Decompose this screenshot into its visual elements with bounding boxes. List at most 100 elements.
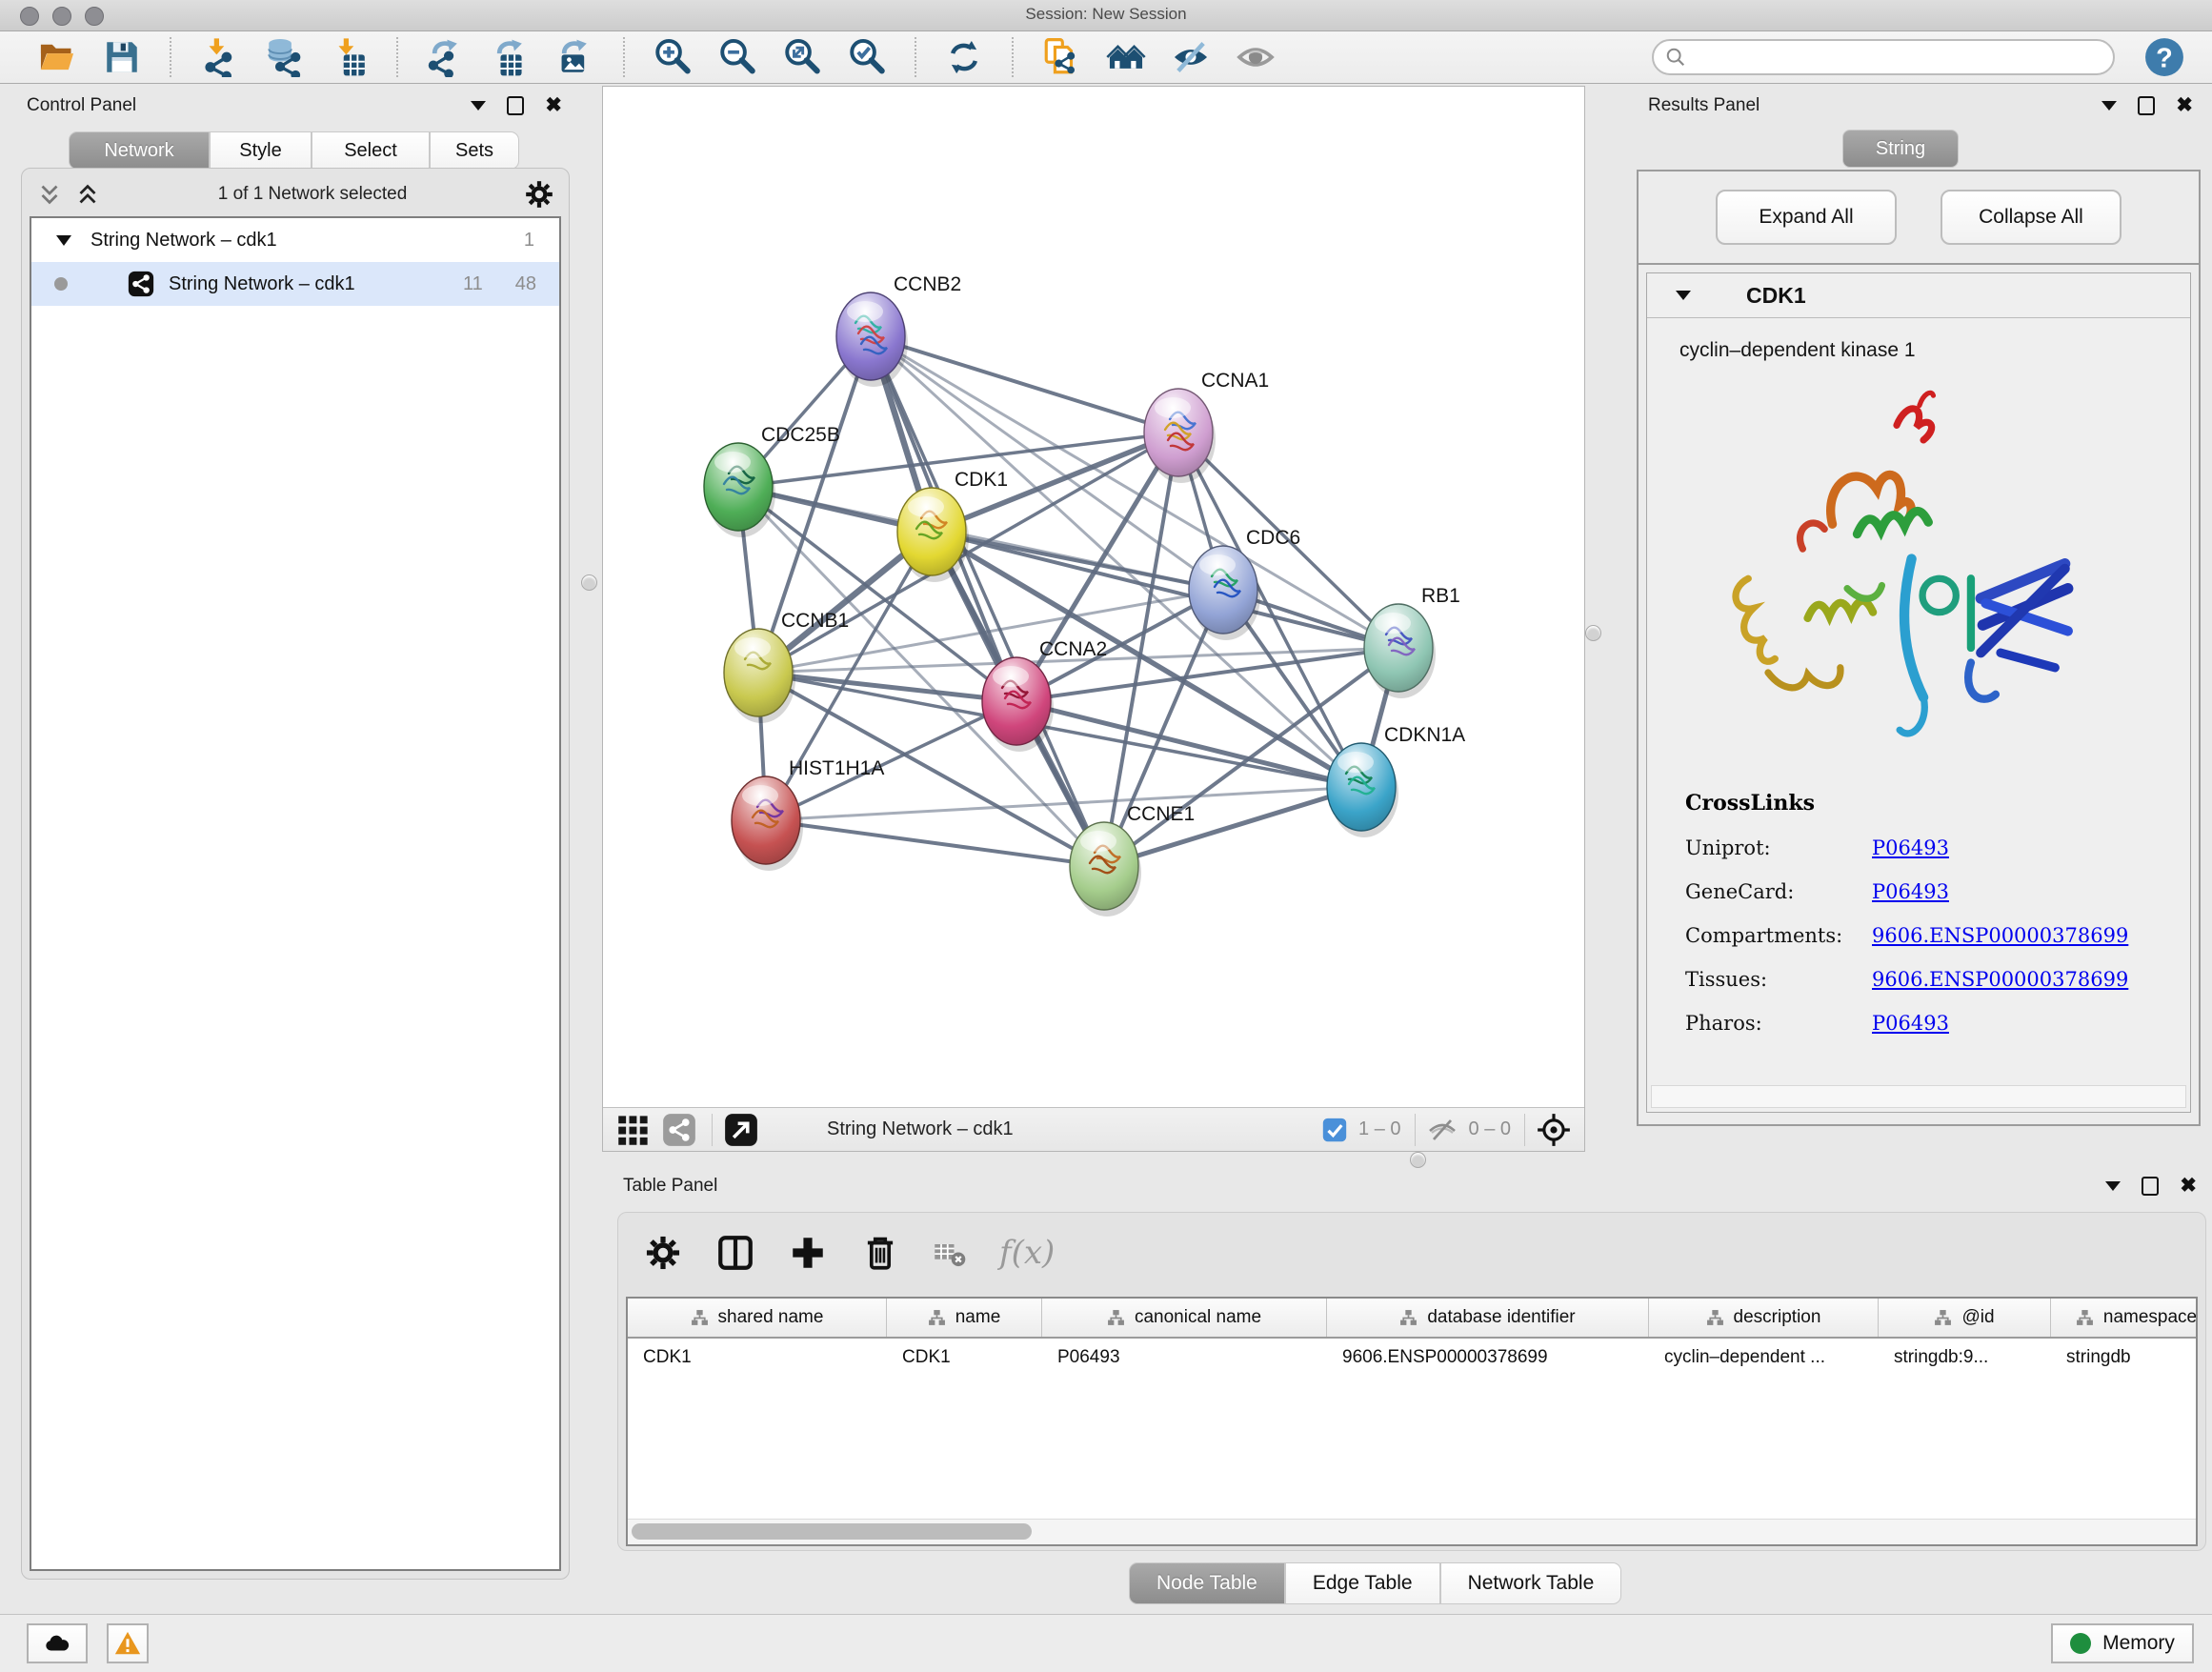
toolbar-separator [396, 37, 398, 77]
zoom-fit-button[interactable] [774, 35, 830, 79]
network-collection-row[interactable]: String Network – cdk1 1 [31, 218, 559, 262]
close-panel-icon[interactable]: ✖ [545, 98, 562, 113]
tab-edge-table[interactable]: Edge Table [1285, 1562, 1440, 1604]
hidden-eye-icon[interactable] [1427, 1115, 1458, 1145]
float-panel-icon[interactable] [2142, 1177, 2159, 1196]
show-columns-icon[interactable] [715, 1233, 755, 1273]
save-session-button[interactable] [94, 35, 150, 79]
bottom-splitter-handle[interactable] [1410, 1152, 1426, 1168]
selected-checkbox[interactable] [1322, 1118, 1347, 1142]
column-header-namespace[interactable]: namespace [2051, 1299, 2198, 1337]
clone-network-button[interactable] [1034, 35, 1089, 79]
column-header--id[interactable]: @id [1879, 1299, 2051, 1337]
table-row[interactable]: CDK1CDK1P064939606.ENSP00000378699cyclin… [628, 1339, 2196, 1379]
selected-counts: 1 – 0 [1358, 1118, 1400, 1140]
crosslink-row: Tissues:9606.ENSP00000378699 [1685, 968, 2190, 991]
first-neighbors-button[interactable] [1098, 35, 1154, 79]
tab-string[interactable]: String [1842, 130, 1959, 168]
toolbar-separator [1012, 37, 1014, 77]
tab-node-table[interactable]: Node Table [1129, 1562, 1285, 1604]
export-table-button[interactable] [483, 35, 538, 79]
node-cdkn1a[interactable]: CDKN1A [1327, 724, 1465, 837]
tab-select[interactable]: Select [312, 131, 430, 170]
gene-collapse-icon[interactable] [1676, 291, 1691, 300]
network-canvas[interactable]: CCNB2CCNA1CDC25BCDK1CDC6RB1CCNB1CCNA2CDK… [603, 87, 1584, 1107]
search-input[interactable] [1652, 39, 2115, 75]
column-header-database-identifier[interactable]: database identifier [1327, 1299, 1649, 1337]
hide-selected-button[interactable] [1163, 35, 1218, 79]
right-splitter-handle[interactable] [1585, 625, 1601, 641]
warnings-button[interactable] [107, 1623, 149, 1663]
memory-label: Memory [2102, 1632, 2175, 1655]
crosslink-link[interactable]: P06493 [1872, 1012, 1949, 1035]
panel-menu-icon[interactable] [2105, 1181, 2121, 1191]
crosslink-link[interactable]: P06493 [1872, 880, 1949, 903]
expand-all-button[interactable]: Expand All [1716, 190, 1897, 245]
close-panel-icon[interactable]: ✖ [2180, 1178, 2197, 1194]
tab-network-table[interactable]: Network Table [1440, 1562, 1622, 1604]
horizontal-scrollbar-track[interactable] [1651, 1085, 2186, 1108]
node-rb1[interactable]: RB1 [1364, 585, 1460, 698]
collection-expand-icon[interactable] [56, 235, 71, 246]
network-options-gear-icon[interactable] [523, 178, 555, 211]
table-hscrollbar-thumb[interactable] [632, 1523, 1032, 1540]
table-options-gear-icon[interactable] [643, 1233, 683, 1273]
detach-view-icon[interactable] [724, 1113, 758, 1147]
collapse-all-networks-icon[interactable] [35, 180, 64, 209]
divider [1524, 1114, 1525, 1146]
zoom-out-button[interactable] [710, 35, 765, 79]
node-ccnb2[interactable]: CCNB2 [836, 273, 961, 387]
import-table-file-button[interactable] [321, 35, 376, 79]
zoom-selected-button[interactable] [839, 35, 895, 79]
tab-sets[interactable]: Sets [430, 131, 519, 170]
column-header-description[interactable]: description [1649, 1299, 1879, 1337]
add-column-icon[interactable] [788, 1233, 828, 1273]
memory-status-dot [2070, 1633, 2091, 1654]
cloud-status-button[interactable] [27, 1623, 88, 1663]
show-all-icon [1236, 37, 1276, 77]
delete-column-icon[interactable] [860, 1233, 900, 1273]
node-cdc6[interactable]: CDC6 [1189, 527, 1300, 640]
control-panel-tabs: NetworkStyleSelectSets [69, 131, 519, 170]
column-header-name[interactable]: name [887, 1299, 1042, 1337]
gene-description: cyclin–dependent kinase 1 [1679, 339, 2190, 362]
network-badge-icon[interactable] [662, 1113, 696, 1147]
grid-view-icon[interactable] [616, 1113, 651, 1147]
network-row[interactable]: String Network – cdk1 11 48 [31, 262, 559, 306]
node-ccne1[interactable]: CCNE1 [1070, 803, 1195, 917]
export-image-button[interactable] [548, 35, 603, 79]
column-header-shared-name[interactable]: shared name [628, 1299, 887, 1337]
gene-section-header[interactable]: CDK1 [1647, 273, 2190, 318]
panel-menu-icon[interactable] [2101, 101, 2117, 111]
crosslink-label: GeneCard: [1685, 880, 1872, 903]
column-header-canonical-name[interactable]: canonical name [1042, 1299, 1327, 1337]
open-session-button[interactable] [30, 35, 85, 79]
refresh-button[interactable] [936, 35, 992, 79]
float-panel-icon[interactable] [507, 96, 524, 115]
crosslink-link[interactable]: P06493 [1872, 836, 1949, 859]
network-status-dot [54, 277, 68, 291]
crosslink-link[interactable]: 9606.ENSP00000378699 [1872, 924, 2128, 947]
zoom-in-button[interactable] [645, 35, 700, 79]
table-hscrollbar-track[interactable] [628, 1519, 2196, 1544]
close-panel-icon[interactable]: ✖ [2176, 98, 2193, 113]
export-network-button[interactable] [418, 35, 473, 79]
birdseye-view-icon[interactable] [1537, 1113, 1571, 1147]
show-all-button[interactable] [1228, 35, 1283, 79]
edge [871, 336, 1398, 648]
crosslink-link[interactable]: 9606.ENSP00000378699 [1872, 968, 2128, 991]
panel-menu-icon[interactable] [471, 101, 486, 111]
tab-style[interactable]: Style [210, 131, 312, 170]
node-ccna1[interactable]: CCNA1 [1144, 370, 1269, 483]
import-network-file-button[interactable] [191, 35, 247, 79]
refresh-icon [944, 37, 984, 77]
collapse-all-button[interactable]: Collapse All [1941, 190, 2122, 245]
memory-button[interactable]: Memory [2051, 1623, 2194, 1663]
import-network-database-button[interactable] [256, 35, 312, 79]
tab-network[interactable]: Network [69, 131, 210, 170]
expand-all-networks-icon[interactable] [73, 180, 102, 209]
help-button[interactable]: ? [2143, 36, 2185, 78]
left-splitter-handle[interactable] [581, 574, 597, 591]
zoom-fit-icon [782, 37, 822, 77]
float-panel-icon[interactable] [2138, 96, 2155, 115]
